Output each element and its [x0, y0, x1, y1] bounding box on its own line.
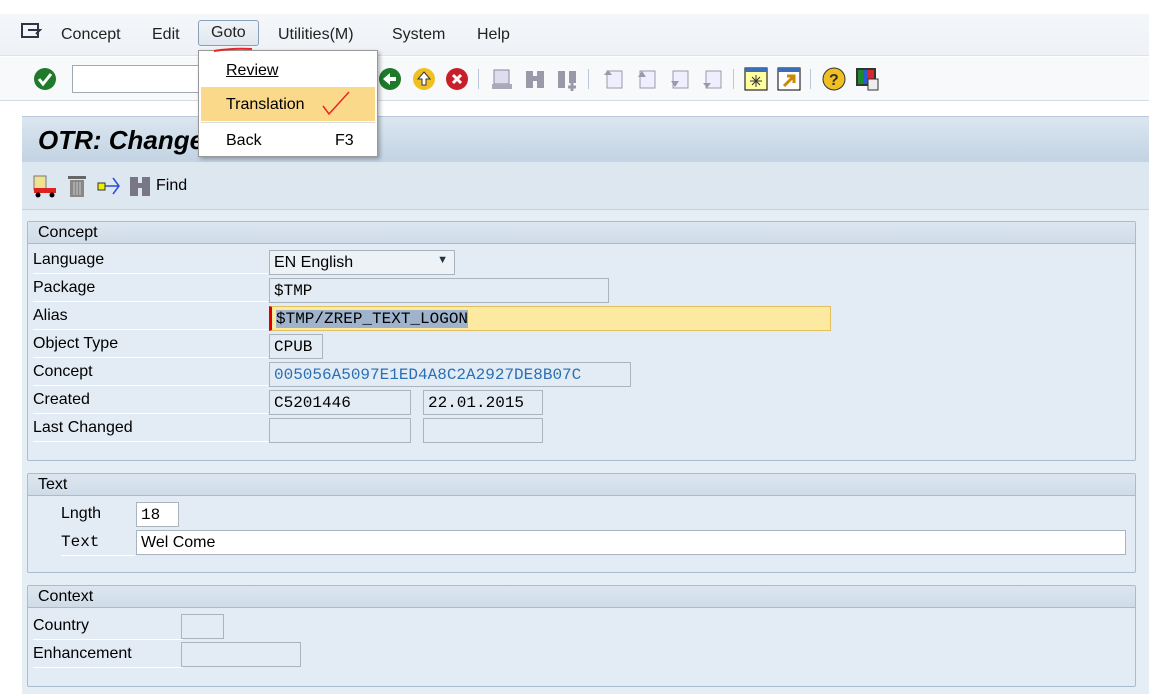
find-icon[interactable] — [523, 67, 547, 91]
menu-goto[interactable]: Goto — [198, 20, 259, 46]
menu-concept[interactable]: Concept — [61, 26, 121, 44]
menu-utilities[interactable]: Utilities(M) — [278, 26, 354, 44]
last-changed-by-field[interactable] — [269, 418, 411, 443]
concept-label: Concept — [33, 358, 268, 386]
group-header: Context — [28, 586, 1135, 608]
language-value: EN English — [274, 254, 354, 271]
concept-group: Concept Language EN English ▼ Package $TM… — [27, 221, 1136, 461]
exit-icon[interactable] — [412, 67, 436, 91]
application-toolbar: Find — [22, 162, 1149, 210]
menu-item-review[interactable]: Review — [201, 53, 375, 87]
find-button[interactable]: Find — [156, 177, 187, 195]
shortcut-label: F3 — [335, 132, 354, 149]
next-page-icon[interactable] — [667, 67, 691, 91]
group-header: Concept — [28, 222, 1135, 244]
transport-icon[interactable] — [32, 174, 58, 198]
new-session-icon[interactable] — [744, 67, 768, 91]
menu-item-back[interactable]: Back F3 — [201, 122, 375, 156]
first-page-icon[interactable] — [601, 67, 625, 91]
shortcut-icon[interactable] — [777, 67, 801, 91]
goto-dropdown-menu: Review Translation Back F3 — [198, 50, 378, 157]
last-changed-label: Last Changed — [33, 414, 268, 442]
menu-edit[interactable]: Edit — [152, 26, 180, 44]
text-label: Text — [61, 528, 135, 556]
menu-system[interactable]: System — [392, 26, 445, 44]
object-type-label: Object Type — [33, 330, 268, 358]
customize-layout-icon[interactable] — [855, 67, 879, 91]
last-changed-on-field[interactable] — [423, 418, 543, 443]
menu-help[interactable]: Help — [477, 26, 510, 44]
enter-check-icon[interactable] — [33, 67, 57, 91]
delete-icon[interactable] — [66, 174, 88, 198]
enhancement-field[interactable] — [181, 642, 301, 667]
command-field[interactable] — [72, 65, 202, 93]
page-title: OTR: Change — [38, 125, 205, 155]
language-select[interactable]: EN English ▼ — [269, 250, 455, 275]
concept-field[interactable]: 005056A5097E1ED4A8C2A2927DE8B07C — [269, 362, 631, 387]
binoculars-icon[interactable] — [129, 174, 151, 198]
enhancement-label: Enhancement — [33, 640, 183, 668]
last-page-icon[interactable] — [700, 67, 724, 91]
find-next-icon[interactable] — [555, 67, 579, 91]
cancel-icon[interactable] — [445, 67, 469, 91]
standard-toolbar: ? — [0, 57, 1149, 101]
alias-field[interactable]: $TMP/ZREP_TEXT_LOGON — [269, 306, 831, 331]
system-menu-icon[interactable] — [20, 22, 42, 40]
package-field[interactable]: $TMP — [269, 278, 609, 303]
created-label: Created — [33, 386, 268, 414]
help-icon[interactable]: ? — [822, 67, 846, 91]
previous-page-icon[interactable] — [634, 67, 658, 91]
language-label: Language — [33, 246, 268, 274]
print-icon[interactable] — [490, 67, 514, 91]
country-field[interactable] — [181, 614, 224, 639]
main-content: Concept Language EN English ▼ Package $TM… — [22, 210, 1149, 694]
back-icon[interactable] — [378, 67, 402, 91]
group-header: Text — [28, 474, 1135, 496]
context-group: Context Country Enhancement — [27, 585, 1136, 687]
menu-item-translation[interactable]: Translation — [201, 87, 375, 121]
length-field[interactable]: 18 — [136, 502, 179, 527]
length-label: Lngth — [61, 505, 102, 522]
menu-bar: Concept Edit Goto Utilities(M) System He… — [0, 14, 1149, 56]
created-on-field[interactable]: 22.01.2015 — [423, 390, 543, 415]
where-used-icon[interactable] — [96, 174, 122, 198]
red-underline-annotation — [213, 47, 253, 52]
alias-label: Alias — [33, 302, 268, 330]
country-label: Country — [33, 612, 183, 640]
text-field[interactable]: Wel Come — [136, 530, 1126, 555]
object-type-field[interactable]: CPUB — [269, 334, 323, 359]
red-checkmark-annotation — [322, 91, 350, 116]
alias-value: $TMP/ZREP_TEXT_LOGON — [276, 310, 469, 328]
svg-text:?: ? — [829, 72, 839, 89]
text-group: Text Lngth 18 Text Wel Come — [27, 473, 1136, 573]
chevron-down-icon: ▼ — [437, 254, 448, 266]
package-label: Package — [33, 274, 268, 302]
title-bar: OTR: Change — [22, 116, 1149, 162]
created-by-field[interactable]: C5201446 — [269, 390, 411, 415]
